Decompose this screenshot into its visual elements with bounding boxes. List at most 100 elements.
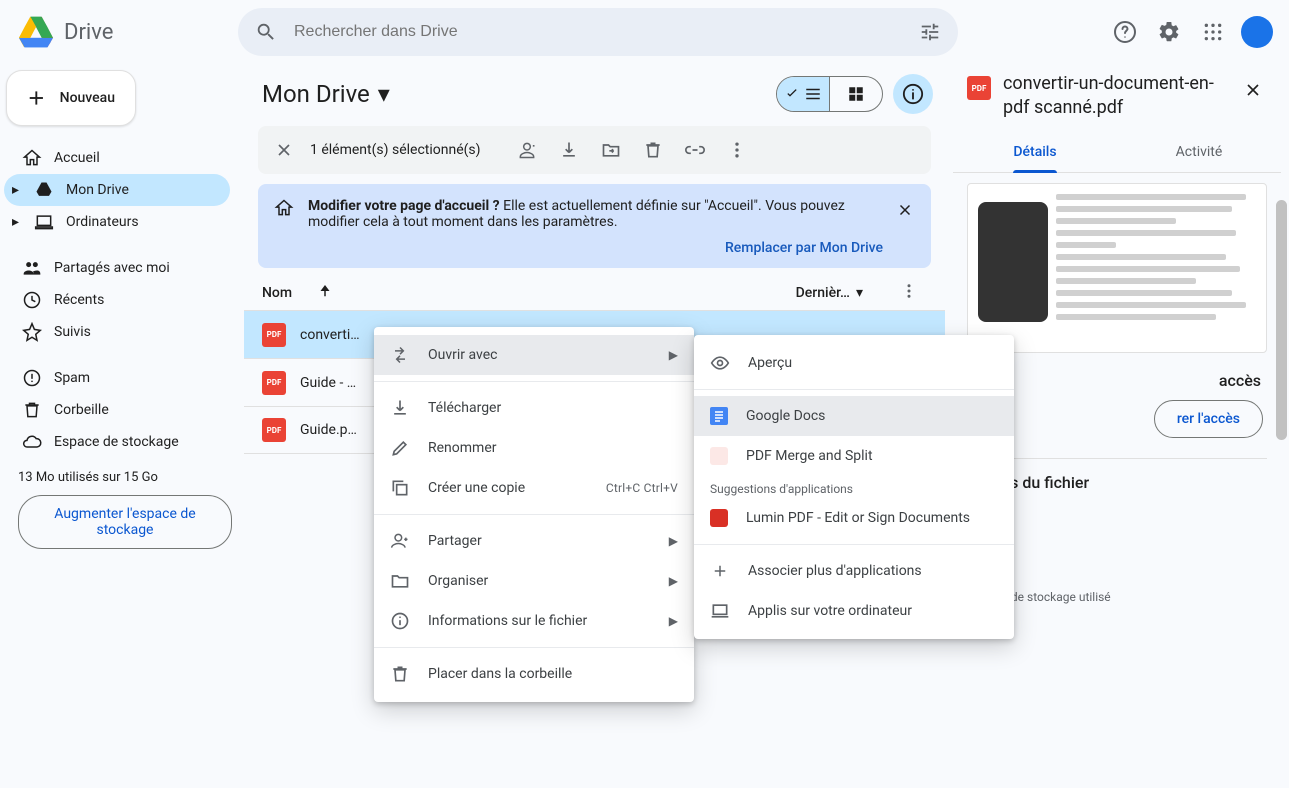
info-button[interactable] [893, 74, 933, 114]
menu-trash[interactable]: Placer dans la corbeille [374, 654, 694, 694]
selection-toolbar: 1 élément(s) sélectionné(s) [258, 126, 931, 174]
header: Drive [0, 0, 1289, 64]
banner-close-button[interactable] [889, 194, 921, 226]
pdf-icon: PDF [262, 418, 286, 442]
submenu-desktop-apps[interactable]: Applis sur votre ordinateur [694, 591, 1014, 631]
menu-label: Applis sur votre ordinateur [748, 603, 912, 619]
share-button[interactable] [509, 132, 545, 168]
menu-label: PDF Merge and Split [746, 448, 873, 464]
storage-usage-text: 13 Mo utilisés sur 15 Go [4, 458, 230, 495]
nav-trash[interactable]: Corbeille [4, 394, 230, 426]
submenu-preview[interactable]: Aperçu [694, 343, 1014, 383]
menu-open-with[interactable]: Ouvrir avec ▶ [374, 335, 694, 375]
menu-share[interactable]: Partager ▶ [374, 521, 694, 561]
menu-info[interactable]: Informations sur le fichier ▶ [374, 601, 694, 641]
nav-storage[interactable]: Espace de stockage [4, 426, 230, 458]
home-icon [274, 198, 294, 222]
move-button[interactable] [593, 132, 629, 168]
app-icon [710, 509, 728, 527]
nav-mydrive[interactable]: ▸ Mon Drive [4, 174, 230, 206]
tab-details[interactable]: Détails [953, 134, 1117, 172]
person-add-icon [517, 140, 537, 160]
sidebar: Nouveau Accueil ▸ Mon Drive ▸ Ordinateur… [0, 64, 238, 788]
submenu-google-docs[interactable]: Google Docs [694, 396, 1014, 436]
search-bar[interactable] [238, 8, 958, 56]
column-headers: Nom Dernièr… ▾ [244, 272, 945, 310]
search-icon[interactable] [246, 12, 286, 52]
detail-filename: convertir-un-document-en-pdf scanné.pdf [1003, 72, 1223, 120]
chevron-right-icon: ▶ [669, 574, 678, 588]
settings-icon[interactable] [1149, 12, 1189, 52]
view-toggle [776, 76, 883, 112]
nav-computers[interactable]: ▸ Ordinateurs [4, 206, 230, 238]
tab-activity[interactable]: Activité [1117, 134, 1281, 172]
submenu-connect-apps[interactable]: Associer plus d'applications [694, 551, 1014, 591]
apps-icon[interactable] [1193, 12, 1233, 52]
new-button[interactable]: Nouveau [6, 70, 136, 126]
check-icon [784, 86, 800, 102]
search-input[interactable] [294, 23, 902, 41]
nav-storage-label: Espace de stockage [54, 434, 179, 450]
link-button[interactable] [677, 132, 713, 168]
trash-icon [22, 400, 42, 420]
close-icon [1243, 80, 1263, 100]
menu-label: Placer dans la corbeille [428, 666, 572, 682]
header-actions [1105, 12, 1281, 52]
nav-recent[interactable]: Récents [4, 284, 230, 316]
menu-label: Google Docs [746, 408, 825, 424]
triangle-right-icon: ▸ [12, 182, 22, 198]
menu-copy[interactable]: Créer une copie Ctrl+C Ctrl+V [374, 468, 694, 508]
file-preview[interactable] [967, 183, 1267, 353]
preview-thumbnail [978, 202, 1048, 322]
scrollbar[interactable] [1274, 200, 1289, 760]
manage-access-button[interactable]: rer l'accès [1154, 400, 1263, 438]
person-add-icon [390, 531, 410, 551]
submenu-pdf-merge[interactable]: PDF Merge and Split [694, 436, 1014, 476]
menu-organize[interactable]: Organiser ▶ [374, 561, 694, 601]
upgrade-storage-button[interactable]: Augmenter l'espace de stockage [18, 495, 232, 549]
new-button-label: Nouveau [60, 90, 115, 106]
banner-action[interactable]: Remplacer par Mon Drive [308, 240, 889, 256]
layout-grid-button[interactable] [830, 77, 882, 111]
menu-label: Informations sur le fichier [428, 613, 587, 629]
col-name[interactable]: Nom [262, 285, 292, 301]
trash-icon [643, 140, 663, 160]
nav-home[interactable]: Accueil [4, 142, 230, 174]
menu-label: Créer une copie [428, 480, 525, 496]
menu-label: Partager [428, 533, 482, 549]
more-button[interactable] [719, 132, 755, 168]
tune-icon[interactable] [910, 12, 950, 52]
delete-button[interactable] [635, 132, 671, 168]
nav-shared[interactable]: Partagés avec moi [4, 252, 230, 284]
account-avatar[interactable] [1241, 16, 1273, 48]
laptop-icon [710, 601, 730, 621]
menu-download[interactable]: Télécharger [374, 388, 694, 428]
sort-asc-icon[interactable] [316, 282, 334, 304]
close-icon [896, 201, 914, 219]
submenu-lumin[interactable]: Lumin PDF - Edit or Sign Documents [694, 498, 1014, 538]
chevron-right-icon: ▶ [669, 614, 678, 628]
triangle-right-icon: ▸ [12, 214, 22, 230]
layout-list-button[interactable] [777, 77, 829, 111]
download-button[interactable] [551, 132, 587, 168]
col-modified[interactable]: Dernièr… ▾ [796, 285, 891, 301]
panel-close-button[interactable] [1235, 72, 1271, 108]
context-submenu-openwith: Aperçu Google Docs PDF Merge and Split S… [694, 335, 1014, 639]
selection-count: 1 élément(s) sélectionné(s) [308, 142, 489, 158]
logo[interactable]: Drive [8, 12, 238, 52]
menu-label: Télécharger [428, 400, 501, 416]
context-menu: Ouvrir avec ▶ Télécharger Renommer Créer… [374, 327, 694, 702]
folder-title-dropdown[interactable]: Mon Drive ▾ [262, 80, 390, 108]
caret-down-icon: ▾ [856, 285, 863, 301]
clear-selection-button[interactable] [266, 132, 302, 168]
nav-spam[interactable]: Spam [4, 362, 230, 394]
clock-icon [22, 290, 42, 310]
col-menu[interactable] [891, 282, 927, 304]
nav-starred[interactable]: Suivis [4, 316, 230, 348]
menu-rename[interactable]: Renommer [374, 428, 694, 468]
app-name: Drive [64, 20, 113, 45]
help-icon[interactable] [1105, 12, 1145, 52]
menu-shortcut: Ctrl+C Ctrl+V [606, 481, 678, 495]
panel-tabs: Détails Activité [953, 128, 1281, 173]
pdf-icon: PDF [967, 76, 991, 100]
